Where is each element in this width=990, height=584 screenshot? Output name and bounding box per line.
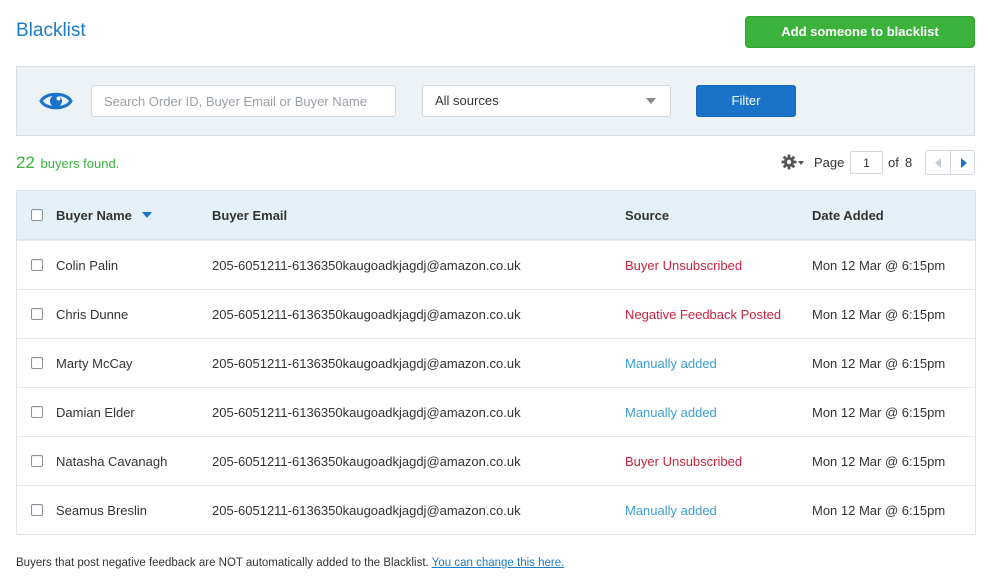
row-checkbox[interactable] <box>31 308 43 320</box>
table-row[interactable]: Seamus Breslin 205-6051211-6136350kaugoa… <box>17 485 975 534</box>
source-label: Manually added <box>625 355 717 371</box>
row-checkbox[interactable] <box>31 455 43 467</box>
source-select[interactable]: All sources <box>422 85 671 117</box>
row-checkbox[interactable] <box>31 357 43 369</box>
pager <box>925 150 975 175</box>
row-checkbox[interactable] <box>31 259 43 271</box>
gear-icon <box>781 154 797 170</box>
table-row[interactable]: Chris Dunne 205-6051211-6136350kaugoadkj… <box>17 289 975 338</box>
source-label: Manually added <box>625 502 717 518</box>
results-count-number: 22 <box>16 153 35 172</box>
column-header-buyer-name-label: Buyer Name <box>56 207 132 223</box>
sort-desc-icon <box>141 212 152 218</box>
buyer-email: 205-6051211-6136350kaugoadkjagdj@amazon.… <box>212 453 521 469</box>
column-header-source[interactable]: Source <box>625 191 669 239</box>
eye-icon[interactable] <box>39 89 73 113</box>
total-pages: 8 <box>905 155 913 170</box>
buyer-name: Chris Dunne <box>56 306 129 322</box>
chevron-right-icon <box>960 158 967 168</box>
buyer-email: 205-6051211-6136350kaugoadkjagdj@amazon.… <box>212 306 521 322</box>
add-to-blacklist-button[interactable]: Add someone to blacklist <box>745 16 975 48</box>
source-label: Buyer Unsubscribed <box>625 257 743 273</box>
footer-note: Buyers that post negative feedback are N… <box>16 557 564 569</box>
chevron-left-icon <box>935 158 941 168</box>
date-added: Mon 12 Mar @ 6:15pm <box>812 453 946 469</box>
buyer-name: Marty McCay <box>56 355 133 371</box>
date-added: Mon 12 Mar @ 6:15pm <box>812 502 946 518</box>
source-select-value: All sources <box>435 93 499 108</box>
table-row[interactable]: Marty McCay 205-6051211-6136350kaugoadkj… <box>17 338 975 387</box>
date-added: Mon 12 Mar @ 6:15pm <box>812 355 946 371</box>
table-row[interactable]: Natasha Cavanagh 205-6051211-6136350kaug… <box>17 436 975 485</box>
column-header-buyer-name[interactable]: Buyer Name <box>56 191 152 239</box>
buyer-name: Colin Palin <box>56 257 119 273</box>
blacklist-table: Buyer Name Buyer Email Source Date Added… <box>16 190 976 535</box>
buyer-email: 205-6051211-6136350kaugoadkjagdj@amazon.… <box>212 404 521 420</box>
buyer-name: Seamus Breslin <box>56 502 148 518</box>
change-setting-link[interactable]: You can change this here. <box>432 557 565 569</box>
row-checkbox[interactable] <box>31 406 43 418</box>
caret-down-icon <box>646 98 656 104</box>
row-checkbox[interactable] <box>31 504 43 516</box>
table-header: Buyer Name Buyer Email Source Date Added <box>17 191 975 240</box>
source-label: Negative Feedback Posted <box>625 306 782 322</box>
next-page-button[interactable] <box>949 151 975 174</box>
column-header-date-added[interactable]: Date Added <box>812 191 884 239</box>
footer-note-text: Buyers that post negative feedback are N… <box>16 557 429 569</box>
search-input[interactable] <box>91 85 396 117</box>
results-count: 22 buyers found. <box>16 153 119 173</box>
select-all-checkbox[interactable] <box>31 209 43 221</box>
buyer-name: Natasha Cavanagh <box>56 453 168 469</box>
page-title: Blacklist <box>16 20 86 41</box>
page-label: Page <box>814 155 845 170</box>
prev-page-button[interactable] <box>926 151 950 174</box>
settings-dropdown[interactable] <box>781 154 807 172</box>
source-label: Buyer Unsubscribed <box>625 453 743 469</box>
table-row[interactable]: Damian Elder 205-6051211-6136350kaugoadk… <box>17 387 975 436</box>
date-added: Mon 12 Mar @ 6:15pm <box>812 306 946 322</box>
filter-bar: All sources Filter <box>16 66 975 136</box>
buyer-email: 205-6051211-6136350kaugoadkjagdj@amazon.… <box>212 355 521 371</box>
date-added: Mon 12 Mar @ 6:15pm <box>812 404 946 420</box>
results-count-label: buyers found. <box>40 156 120 171</box>
source-label: Manually added <box>625 404 717 420</box>
page-number-input[interactable] <box>850 151 883 174</box>
filter-button[interactable]: Filter <box>696 85 796 117</box>
table-row[interactable]: Colin Palin 205-6051211-6136350kaugoadkj… <box>17 240 975 289</box>
date-added: Mon 12 Mar @ 6:15pm <box>812 257 946 273</box>
buyer-name: Damian Elder <box>56 404 135 420</box>
buyer-email: 205-6051211-6136350kaugoadkjagdj@amazon.… <box>212 257 521 273</box>
column-header-buyer-email[interactable]: Buyer Email <box>212 191 287 239</box>
buyer-email: 205-6051211-6136350kaugoadkjagdj@amazon.… <box>212 502 521 518</box>
of-label: of <box>888 155 899 170</box>
chevron-down-icon <box>798 161 804 165</box>
